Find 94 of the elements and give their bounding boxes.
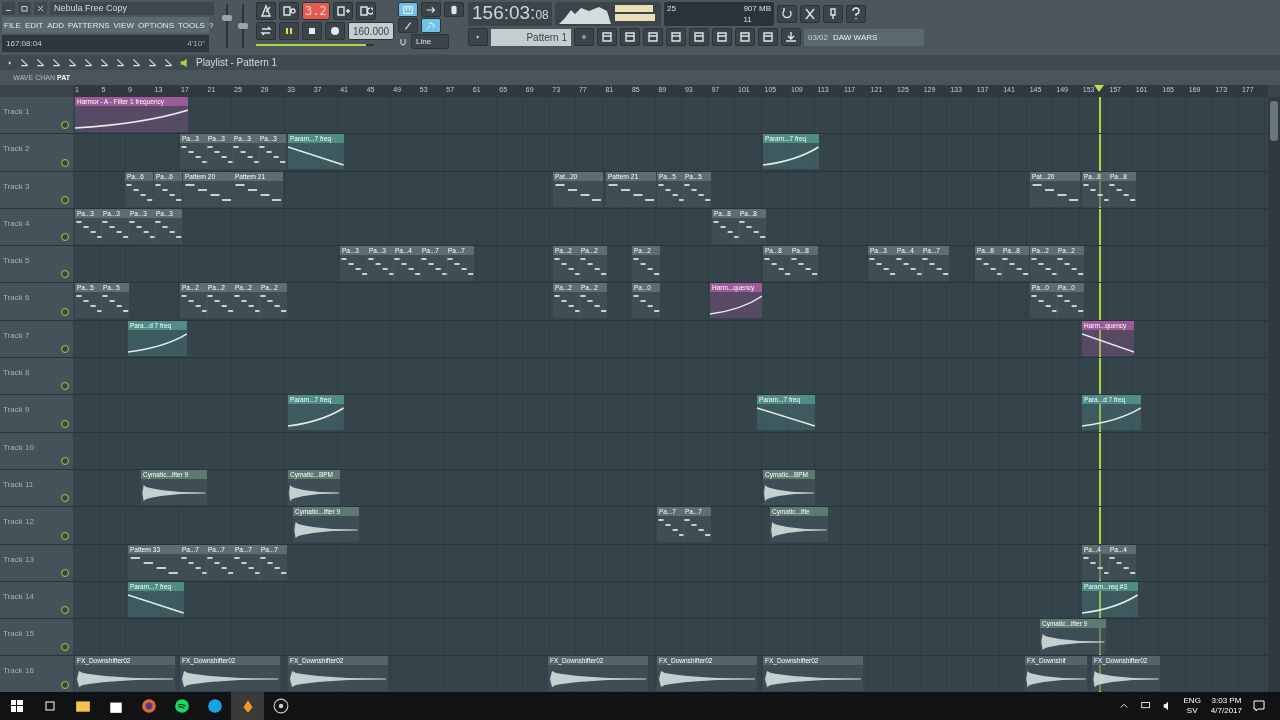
pattern-number-display: 3.2	[302, 2, 330, 20]
track-led[interactable]	[61, 456, 69, 465]
track-name: Track 14	[3, 591, 34, 601]
snap-dropdown[interactable]: Line	[411, 34, 449, 49]
track-led[interactable]	[61, 307, 69, 316]
track-led[interactable]	[61, 643, 69, 652]
track-led[interactable]	[61, 680, 69, 689]
track-header[interactable]: Track 5	[0, 246, 73, 283]
menu-item[interactable]: VIEW	[111, 20, 136, 30]
menu-item[interactable]: TOOLS	[176, 20, 207, 30]
menu-item[interactable]: EDIT	[22, 20, 46, 30]
menu-item[interactable]: ADD	[45, 20, 67, 30]
news-index: 03/02	[808, 32, 829, 42]
track-name: Track 11	[3, 479, 34, 489]
clock-time[interactable]: 3:03 PM	[1211, 696, 1242, 706]
polyphony-reading: 11	[743, 15, 753, 24]
tempo-field[interactable]: 160.000	[348, 22, 394, 40]
track-name: Track 16	[3, 666, 34, 676]
track-led[interactable]	[61, 158, 69, 167]
track-name: Track 4	[3, 218, 30, 228]
task-view-icon[interactable]	[42, 699, 57, 713]
track-name: Track 13	[3, 554, 34, 564]
input-language[interactable]: ENG	[1183, 696, 1201, 706]
wave-circle-icon[interactable]	[173, 698, 190, 714]
track-header[interactable]: Track 6	[0, 283, 73, 320]
scrollbar[interactable]	[1268, 97, 1280, 694]
playlist-title: Playlist - Pattern 1	[196, 57, 278, 68]
track-led[interactable]	[61, 419, 69, 428]
track-header[interactable]: Track 10	[0, 432, 73, 469]
slider-knob[interactable]	[222, 15, 232, 22]
track-name: Track 1	[3, 107, 30, 116]
track-name: Track 6	[3, 293, 30, 303]
step-arrow-button[interactable]	[421, 2, 441, 17]
add-pattern-button[interactable]	[574, 28, 594, 46]
menu-item[interactable]: PATTERNS	[66, 20, 112, 30]
menu-item[interactable]: ?	[206, 20, 216, 30]
track-header[interactable]: Track 12	[0, 507, 73, 544]
track-led[interactable]	[61, 195, 69, 204]
news-panel[interactable]: 03/02 DAW WARS	[804, 28, 924, 46]
track-led[interactable]	[61, 606, 69, 615]
song-time-display: 156:03:08	[468, 2, 552, 26]
track-name: Track 9	[3, 405, 30, 415]
aperture-icon[interactable]	[272, 698, 289, 714]
track-name: Track 3	[3, 181, 30, 191]
cpu-reading: 25	[667, 4, 677, 13]
project-title: Nebula Free Copy	[50, 2, 214, 15]
track-led[interactable]	[61, 382, 69, 391]
news-title: DAW WARS	[833, 32, 878, 42]
folder-icon[interactable]	[74, 698, 91, 714]
song-position: 167:08:04	[6, 39, 42, 48]
track-led[interactable]	[61, 121, 69, 130]
knob-icon[interactable]	[448, 3, 460, 16]
circle-icon[interactable]	[206, 698, 223, 714]
track-name: Track 7	[3, 330, 30, 340]
track-header[interactable]: Track 15	[0, 619, 73, 656]
track-name: Track 8	[3, 368, 30, 378]
track-header[interactable]: Track 3	[0, 171, 73, 208]
link-button[interactable]	[421, 18, 441, 33]
track-name: Track 2	[3, 144, 30, 154]
menu-item[interactable]: FILE	[2, 20, 23, 30]
track-header[interactable]: Track 16	[0, 656, 73, 693]
track-header[interactable]: Track 11	[0, 469, 73, 507]
tool-knob-button[interactable]	[444, 2, 464, 17]
track-header[interactable]: Track 14	[0, 581, 73, 619]
blend-button[interactable]	[398, 18, 418, 33]
track-header[interactable]: Track 9	[0, 395, 73, 432]
track-led[interactable]	[61, 270, 69, 279]
track-led[interactable]	[61, 568, 69, 577]
typing-keyboard-button[interactable]	[398, 2, 418, 17]
menu-item[interactable]: OPTIONS	[135, 20, 176, 30]
track-name: Track 10	[3, 442, 34, 452]
slider-knob[interactable]	[238, 23, 248, 29]
track-led[interactable]	[61, 345, 69, 354]
track-name: Track 5	[3, 256, 30, 266]
track-header[interactable]: Track 1	[0, 97, 73, 134]
notification-icon[interactable]	[1252, 699, 1266, 713]
track-header[interactable]: Track 4	[0, 208, 73, 246]
keyboard-layout[interactable]: SV	[1186, 706, 1198, 716]
track-name: Track 12	[3, 517, 34, 527]
song-length: 4'10"	[187, 39, 205, 48]
track-header[interactable]: Track 2	[0, 134, 73, 171]
plus-icon[interactable]	[580, 33, 588, 41]
windows-icon[interactable]	[9, 699, 24, 713]
track-led[interactable]	[61, 531, 69, 540]
track-header[interactable]: Track 13	[0, 544, 73, 581]
pattern-selector[interactable]: Pattern 1	[491, 28, 571, 46]
track-name: Track 15	[3, 629, 34, 639]
globe-icon[interactable]	[140, 698, 157, 714]
clock-date[interactable]: 4/7/2017	[1210, 706, 1242, 716]
track-led[interactable]	[61, 233, 69, 242]
memory-reading: 907 MB	[743, 4, 771, 13]
track-led[interactable]	[61, 494, 69, 503]
track-header[interactable]: Track 7	[0, 320, 73, 358]
track-header[interactable]: Track 8	[0, 358, 73, 395]
